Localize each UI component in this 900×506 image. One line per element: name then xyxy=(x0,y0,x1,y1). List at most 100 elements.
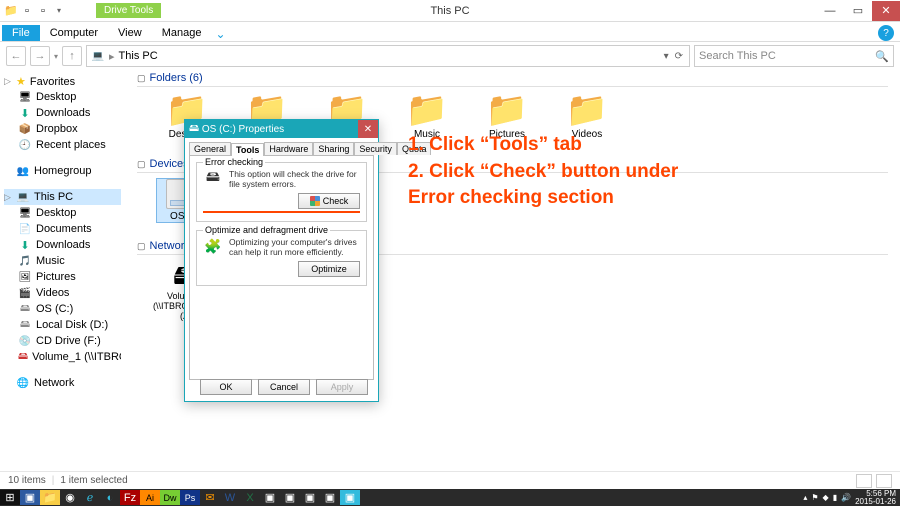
tab-tools[interactable]: Tools xyxy=(231,143,264,156)
ok-button[interactable]: OK xyxy=(200,379,252,395)
ribbon-expand-icon[interactable]: ⌄ xyxy=(211,27,229,41)
nav-thispc-local-d[interactable]: Local Disk (D:) xyxy=(4,317,121,333)
taskbar-chrome[interactable]: ◉ xyxy=(60,490,80,505)
nav-thispc-volume1[interactable]: Volume_1 (\\ITBROT... xyxy=(4,349,121,365)
start-button[interactable]: ⊞ xyxy=(0,490,20,505)
tray-up-icon[interactable]: ▴ xyxy=(803,494,807,502)
nav-thispc-downloads[interactable]: Downloads xyxy=(4,237,121,253)
view-large-icons-button[interactable] xyxy=(876,474,892,488)
nav-favorites-downloads[interactable]: Downloads xyxy=(4,105,121,121)
taskbar-excel[interactable]: X xyxy=(240,490,260,505)
tray-volume-icon[interactable]: 🔊 xyxy=(841,494,851,502)
nav-favorites-recent[interactable]: Recent places xyxy=(4,137,121,153)
taskbar-word[interactable]: W xyxy=(220,490,240,505)
tray-flag-icon[interactable]: ⚑ xyxy=(811,494,818,502)
help-icon[interactable]: ? xyxy=(878,25,894,41)
instruction-annotation: 1. Click “Tools” tab 2. Click “Check” bu… xyxy=(408,132,838,212)
maximize-button[interactable]: ▭ xyxy=(844,1,872,21)
nav-thispc-music[interactable]: Music xyxy=(4,253,121,269)
taskbar-ie[interactable]: ℯ xyxy=(80,490,100,505)
title-bar: 📁 ▫ ▫ ▾ Drive Tools This PC — ▭ ✕ xyxy=(0,0,900,22)
nav-forward-button[interactable]: → xyxy=(30,46,50,66)
view-details-button[interactable] xyxy=(856,474,872,488)
ribbon-tabs: File Computer View Manage ⌄ ? xyxy=(0,22,900,42)
nav-thispc-os-c[interactable]: OS (C:) xyxy=(4,301,121,317)
taskbar-photoshop[interactable]: Ps xyxy=(180,490,200,505)
apply-button[interactable]: Apply xyxy=(316,379,368,395)
ribbon-tab-file[interactable]: File xyxy=(2,25,40,41)
nav-homegroup[interactable]: Homegroup xyxy=(4,163,121,179)
tab-sharing[interactable]: Sharing xyxy=(313,142,354,155)
pc-icon xyxy=(91,49,105,63)
status-bar: 10 items | 1 item selected xyxy=(0,471,900,489)
tray-shield-icon[interactable]: ◆ xyxy=(823,494,829,502)
error-checking-legend: Error checking xyxy=(203,157,265,167)
search-box[interactable]: Search This PC 🔍 xyxy=(694,45,894,67)
address-row: ← → ▾ ↑ ▸ This PC ▾⟳ Search This PC 🔍 xyxy=(0,42,900,70)
nav-back-button[interactable]: ← xyxy=(6,46,26,66)
nav-recent-dropdown[interactable]: ▾ xyxy=(54,52,58,61)
nav-thispc-header[interactable]: ▷This PC xyxy=(4,189,121,205)
nav-thispc-desktop[interactable]: Desktop xyxy=(4,205,121,221)
address-refresh-icon[interactable]: ⟳ xyxy=(673,51,685,62)
taskbar-app-17[interactable]: ▣ xyxy=(320,490,340,505)
tab-hardware[interactable]: Hardware xyxy=(264,142,313,155)
tray-network-icon[interactable]: ▮ xyxy=(833,494,837,502)
nav-favorites-desktop[interactable]: Desktop xyxy=(4,89,121,105)
taskbar-illustrator[interactable]: Ai xyxy=(140,490,160,505)
tab-general[interactable]: General xyxy=(189,142,231,155)
taskbar-filezilla[interactable]: Fz xyxy=(120,490,140,505)
qat-newfolder-icon[interactable]: ▫ xyxy=(36,4,50,18)
group-folders-header[interactable]: ▢Folders (6) xyxy=(137,70,888,87)
nav-thispc-videos[interactable]: Videos xyxy=(4,285,121,301)
taskbar-app-15[interactable]: ▣ xyxy=(280,490,300,505)
taskbar-outlook[interactable]: ✉ xyxy=(200,490,220,505)
annotation-line-2: 2. Click “Check” button under xyxy=(408,159,838,186)
ribbon-tab-computer[interactable]: Computer xyxy=(40,25,108,41)
tab-security[interactable]: Security xyxy=(354,142,397,155)
minimize-button[interactable]: — xyxy=(816,1,844,21)
search-placeholder: Search This PC xyxy=(699,50,776,62)
app-icon: 📁 xyxy=(4,4,18,18)
taskbar: ⊞ ▣ 📁 ◉ ℯ ◐ Fz Ai Dw Ps ✉ W X ▣ ▣ ▣ ▣ ▣ … xyxy=(0,489,900,506)
check-button[interactable]: Check xyxy=(298,193,360,209)
taskbar-teamviewer[interactable]: ◐ xyxy=(100,490,120,505)
taskbar-app-16[interactable]: ▣ xyxy=(300,490,320,505)
taskbar-explorer[interactable]: 📁 xyxy=(40,490,60,505)
taskbar-app-1[interactable]: ▣ xyxy=(20,490,40,505)
properties-titlebar[interactable]: 🖴 OS (C:) Properties ✕ xyxy=(185,120,378,138)
nav-up-button[interactable]: ↑ xyxy=(62,46,82,66)
nav-favorites-header[interactable]: ▷★Favorites xyxy=(4,74,121,89)
optimize-text: Optimizing your computer's drives can he… xyxy=(229,237,360,257)
tray-clock[interactable]: 5:56 PM2015-01-26 xyxy=(855,490,896,506)
optimize-button[interactable]: Optimize xyxy=(298,261,360,277)
address-bar[interactable]: ▸ This PC ▾⟳ xyxy=(86,45,690,67)
system-tray[interactable]: ▴ ⚑ ◆ ▮ 🔊 5:56 PM2015-01-26 xyxy=(803,490,900,506)
taskbar-dreamweaver[interactable]: Dw xyxy=(160,490,180,505)
nav-thispc-cd-f[interactable]: CD Drive (F:) xyxy=(4,333,121,349)
nav-network[interactable]: Network xyxy=(4,375,121,391)
status-item-count: 10 items xyxy=(8,475,46,486)
nav-favorites-dropbox[interactable]: Dropbox xyxy=(4,121,121,137)
address-path: This PC xyxy=(119,50,158,62)
navigation-pane: ▷★Favorites Desktop Downloads Dropbox Re… xyxy=(0,70,125,471)
cancel-button[interactable]: Cancel xyxy=(258,379,310,395)
close-button[interactable]: ✕ xyxy=(872,1,900,21)
ribbon-tab-view[interactable]: View xyxy=(108,25,152,41)
taskbar-app-18[interactable]: ▣ xyxy=(340,490,360,505)
qat-properties-icon[interactable]: ▫ xyxy=(20,4,34,18)
nav-thispc-documents[interactable]: Documents xyxy=(4,221,121,237)
quick-access-toolbar: 📁 ▫ ▫ ▾ xyxy=(0,4,66,18)
contextual-tab-drive-tools[interactable]: Drive Tools xyxy=(96,3,161,18)
properties-title: OS (C:) Properties xyxy=(202,124,284,135)
annotation-line-3: Error checking section xyxy=(408,185,838,212)
address-dropdown-icon[interactable]: ▾ xyxy=(662,51,671,62)
ribbon-tab-manage[interactable]: Manage xyxy=(152,25,212,41)
properties-close-button[interactable]: ✕ xyxy=(358,120,378,138)
error-checking-section: Error checking 🖴This option will check t… xyxy=(196,162,367,222)
status-selection: 1 item selected xyxy=(60,475,127,486)
taskbar-app-14[interactable]: ▣ xyxy=(260,490,280,505)
optimize-legend: Optimize and defragment drive xyxy=(203,225,330,235)
nav-thispc-pictures[interactable]: Pictures xyxy=(4,269,121,285)
qat-dropdown-icon[interactable]: ▾ xyxy=(52,4,66,18)
